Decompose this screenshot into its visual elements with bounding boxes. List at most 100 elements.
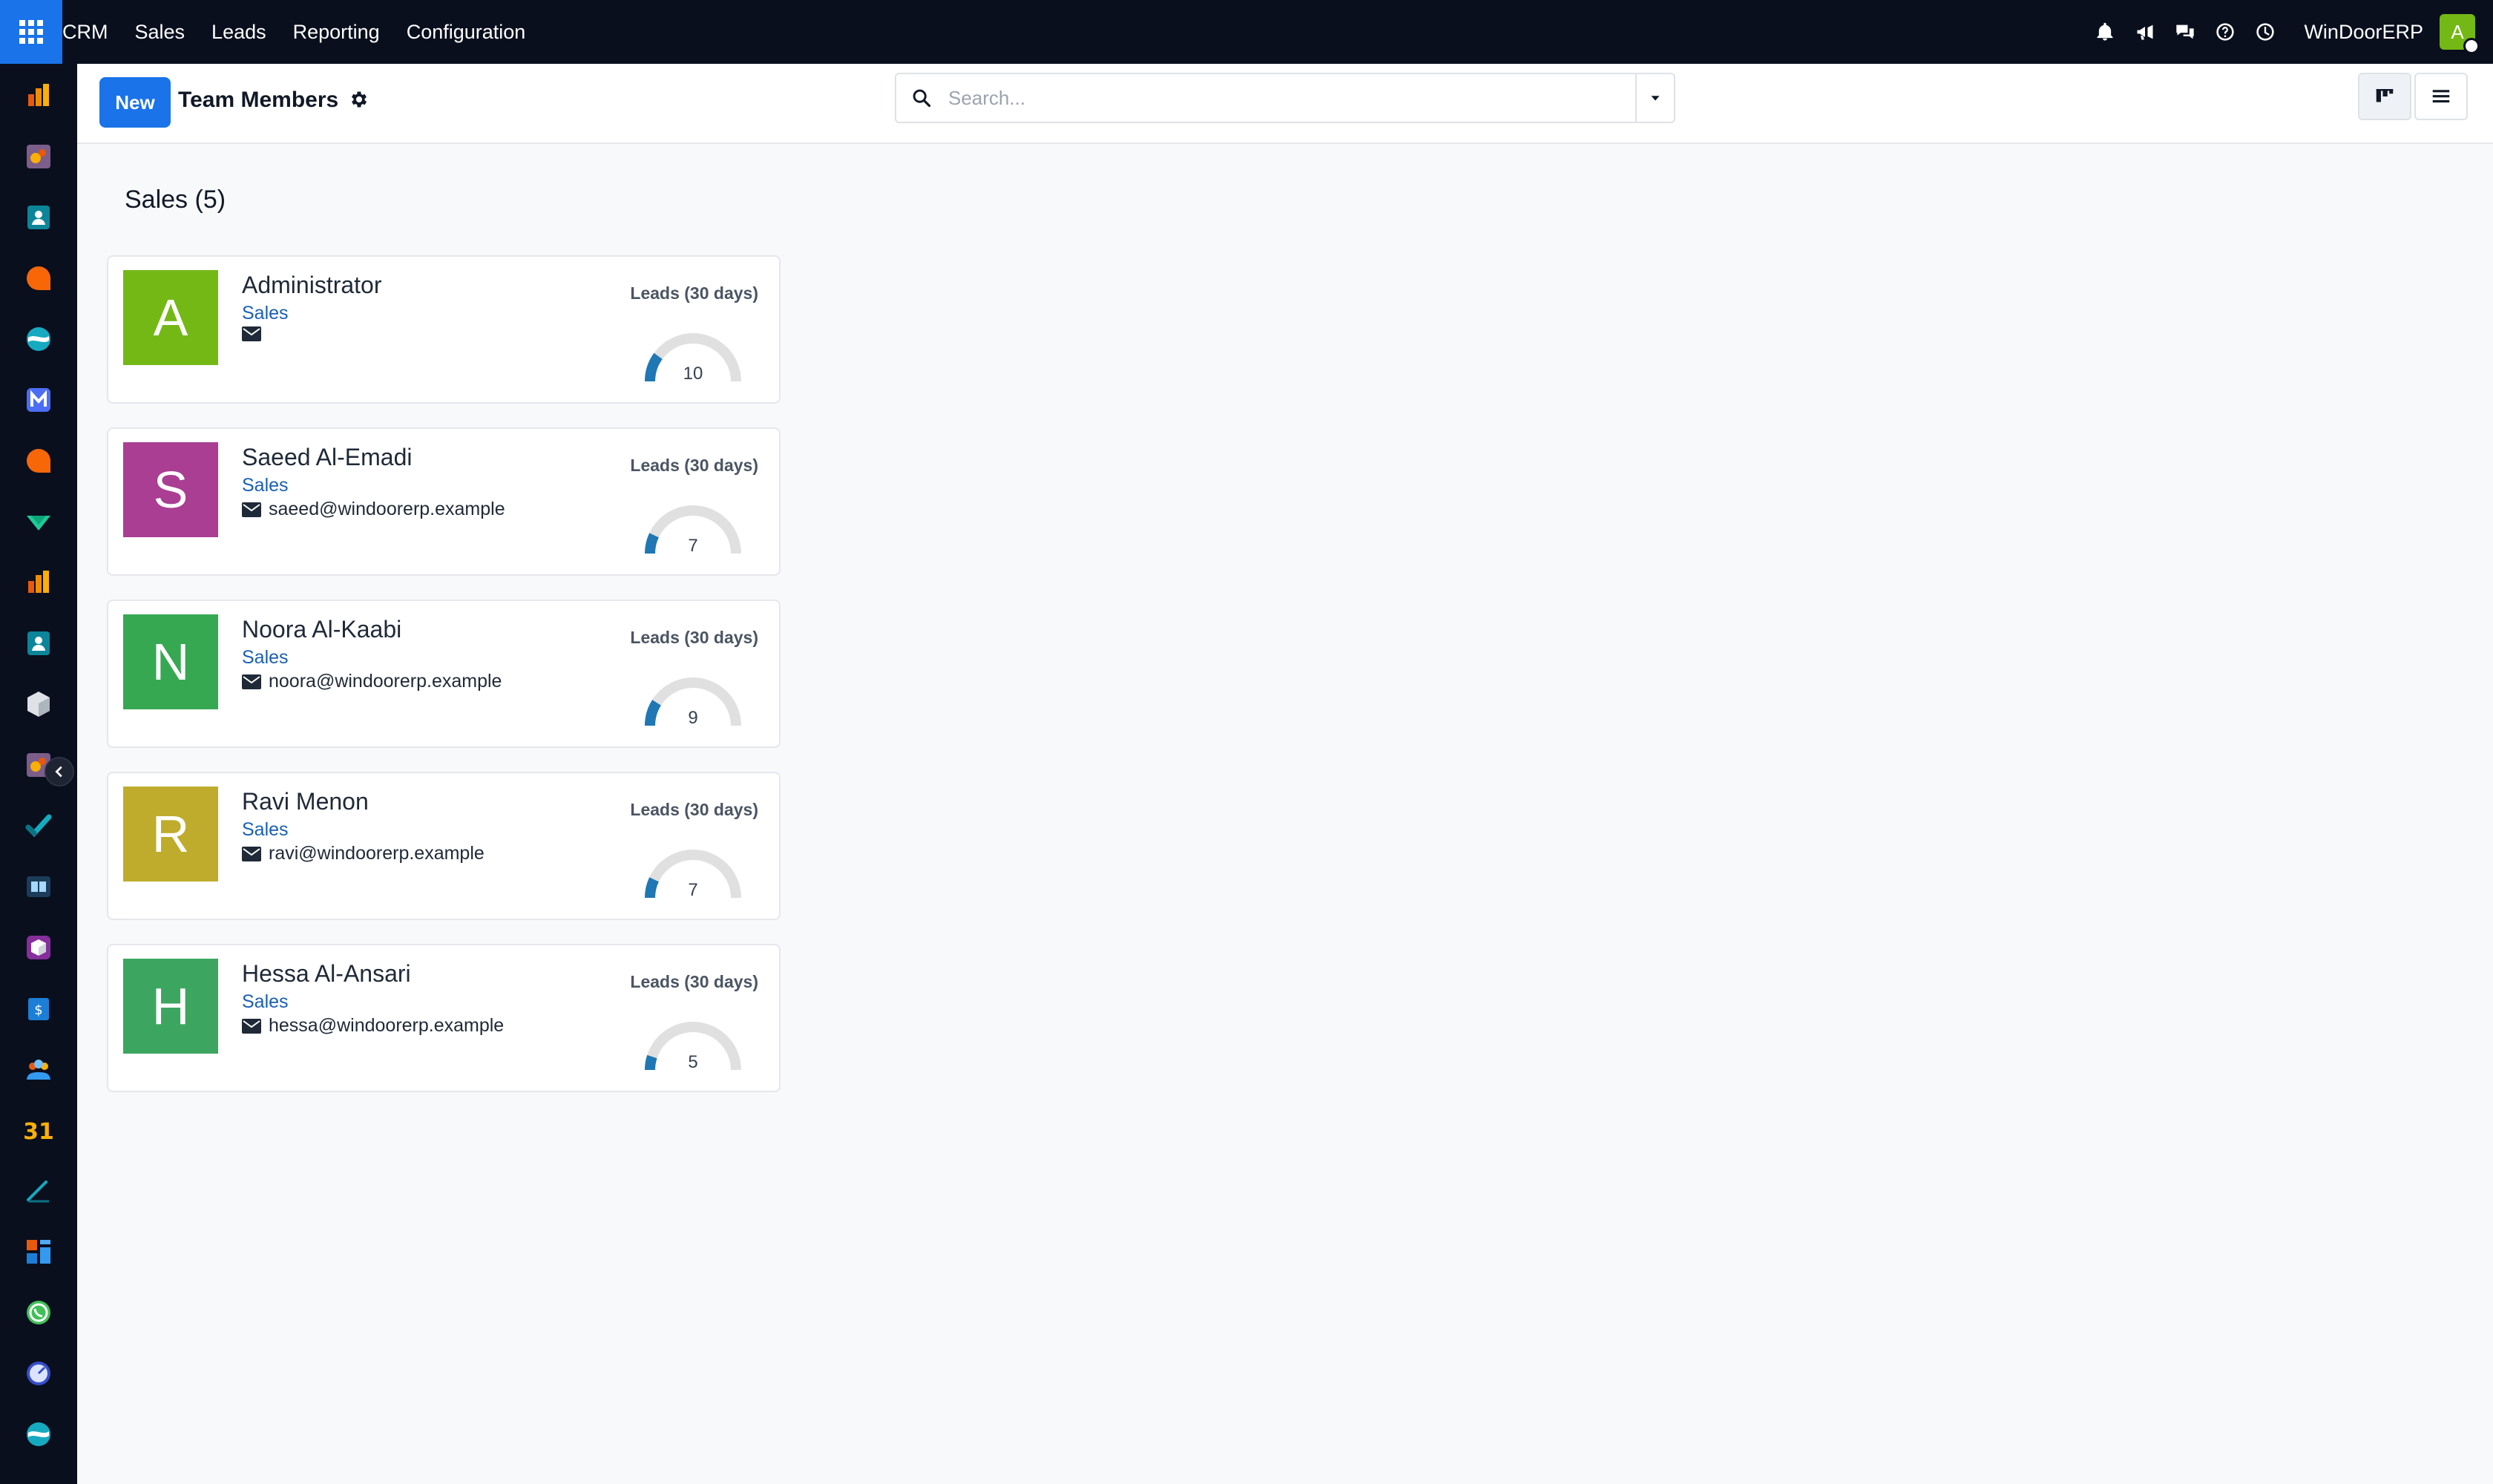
envelope-icon [242,502,261,517]
analytics-icon[interactable] [24,568,53,597]
crm-icon[interactable] [24,263,53,293]
kanban-view-button[interactable] [2358,73,2411,120]
caret-down-icon [1651,96,1660,101]
menu-reporting[interactable]: Reporting [280,0,393,64]
avatar-initial: A [153,289,188,347]
project-icon[interactable] [24,811,53,841]
menu-configuration[interactable]: Configuration [393,0,539,64]
search-input[interactable] [948,82,1616,114]
timer-icon[interactable] [24,1359,53,1388]
member-email[interactable]: hessa@windoorerp.example [269,1015,504,1037]
member-avatar: H [123,959,218,1054]
gear-icon[interactable] [349,89,372,113]
search-options-toggle[interactable] [1635,74,1674,122]
svg-text:$: $ [34,1002,42,1018]
contacts-icon[interactable] [24,203,53,232]
avatar-initial: R [151,805,190,863]
email-marketing-icon[interactable] [24,385,53,415]
sidebar-collapse-button[interactable] [45,757,74,787]
bell-icon[interactable] [2093,20,2117,44]
teams-icon[interactable] [24,1054,53,1084]
apps-menu-button[interactable] [0,0,62,64]
user-initial: A [2451,20,2464,43]
member-avatar: A [123,270,218,365]
member-email[interactable]: saeed@windoorerp.example [269,499,505,520]
member-name[interactable]: Administrator [242,272,382,299]
search-bar [895,73,1675,123]
member-email[interactable]: noora@windoorerp.example [269,671,502,692]
member-card[interactable]: A Administrator Sales Leads (30 days) 10 [107,255,781,404]
avatar-initial: N [151,633,190,691]
whatsapp-icon[interactable] [24,1298,53,1327]
member-team[interactable]: Sales [242,991,289,1013]
member-name[interactable]: Noora Al-Kaabi [242,616,401,643]
gauge-value: 9 [688,708,698,728]
gauge-label: Leads (30 days) [630,456,758,475]
member-name[interactable]: Hessa Al-Ansari [242,960,411,988]
chevron-left-icon [55,766,62,778]
search-icon[interactable] [911,88,933,110]
inventory-icon[interactable] [24,689,53,719]
main-menu: CRM Sales Leads Reporting Configuration [62,0,539,64]
email-row [242,326,269,341]
member-name[interactable]: Ravi Menon [242,788,369,815]
member-card[interactable]: N Noora Al-Kaabi Sales noora@windoorerp.… [107,600,781,748]
avatar-initial: H [151,977,190,1035]
page-title: Team Members [178,88,339,112]
knowledge-icon[interactable] [24,872,53,902]
apps-grid-icon [19,20,43,44]
svg-text:31: 31 [24,1119,53,1145]
envelope-icon [242,326,261,341]
member-email[interactable]: ravi@windoorerp.example [269,843,485,864]
avatar-initial: S [153,461,188,519]
member-avatar: S [123,442,218,537]
member-avatar: N [123,614,218,709]
employees-icon[interactable] [24,628,53,658]
menu-crm[interactable]: CRM [62,0,122,64]
chat-icon[interactable] [2173,20,2197,44]
live-chat-icon[interactable] [24,446,53,476]
gauge-label: Leads (30 days) [630,972,758,991]
control-panel: New Team Members [77,64,2493,144]
calendar-icon[interactable]: 31 [24,1115,53,1145]
company-switcher[interactable]: WinDoorERP [2304,21,2423,44]
member-card[interactable]: S Saeed Al-Emadi Sales saeed@windoorerp.… [107,427,781,576]
member-team[interactable]: Sales [242,647,289,669]
gauge-label: Leads (30 days) [630,628,758,647]
member-card[interactable]: H Hessa Al-Ansari Sales hessa@windoorerp… [107,944,781,1092]
gauge-value: 7 [688,536,698,556]
gauge-value: 7 [688,880,698,900]
gauge-label: Leads (30 days) [630,800,758,819]
member-team[interactable]: Sales [242,819,289,841]
new-button[interactable]: New [99,77,171,128]
invoicing-icon[interactable] [24,507,53,536]
manufacturing-icon[interactable] [24,933,53,962]
list-icon [2432,90,2450,103]
user-avatar[interactable]: A [2440,14,2480,54]
kanban-icon [2376,89,2394,102]
app-sidebar: $ 31 [0,64,77,1484]
envelope-icon [242,674,261,689]
member-team[interactable]: Sales [242,303,289,324]
expenses-icon[interactable]: $ [24,994,53,1023]
sales-icon[interactable] [24,142,53,171]
menu-leads[interactable]: Leads [198,0,280,64]
discuss-icon[interactable] [24,324,53,354]
envelope-icon [242,1018,261,1034]
envelope-icon [242,846,261,861]
dashboard-builder-icon[interactable] [24,1237,53,1267]
member-avatar: R [123,787,218,881]
email-row: saeed@windoorerp.example [242,499,505,520]
member-card[interactable]: R Ravi Menon Sales ravi@windoorerp.examp… [107,772,781,920]
help-icon[interactable] [2213,20,2237,44]
megaphone-icon[interactable] [2133,20,2157,44]
member-name[interactable]: Saeed Al-Emadi [242,444,412,471]
list-view-button[interactable] [2414,73,2468,120]
clock-icon[interactable] [2253,20,2277,44]
website-icon[interactable] [24,1419,53,1449]
column-title: Sales (5) [125,186,226,214]
menu-sales[interactable]: Sales [122,0,199,64]
sign-icon[interactable] [24,1176,53,1206]
dashboards-icon[interactable] [24,81,53,111]
member-team[interactable]: Sales [242,475,289,496]
